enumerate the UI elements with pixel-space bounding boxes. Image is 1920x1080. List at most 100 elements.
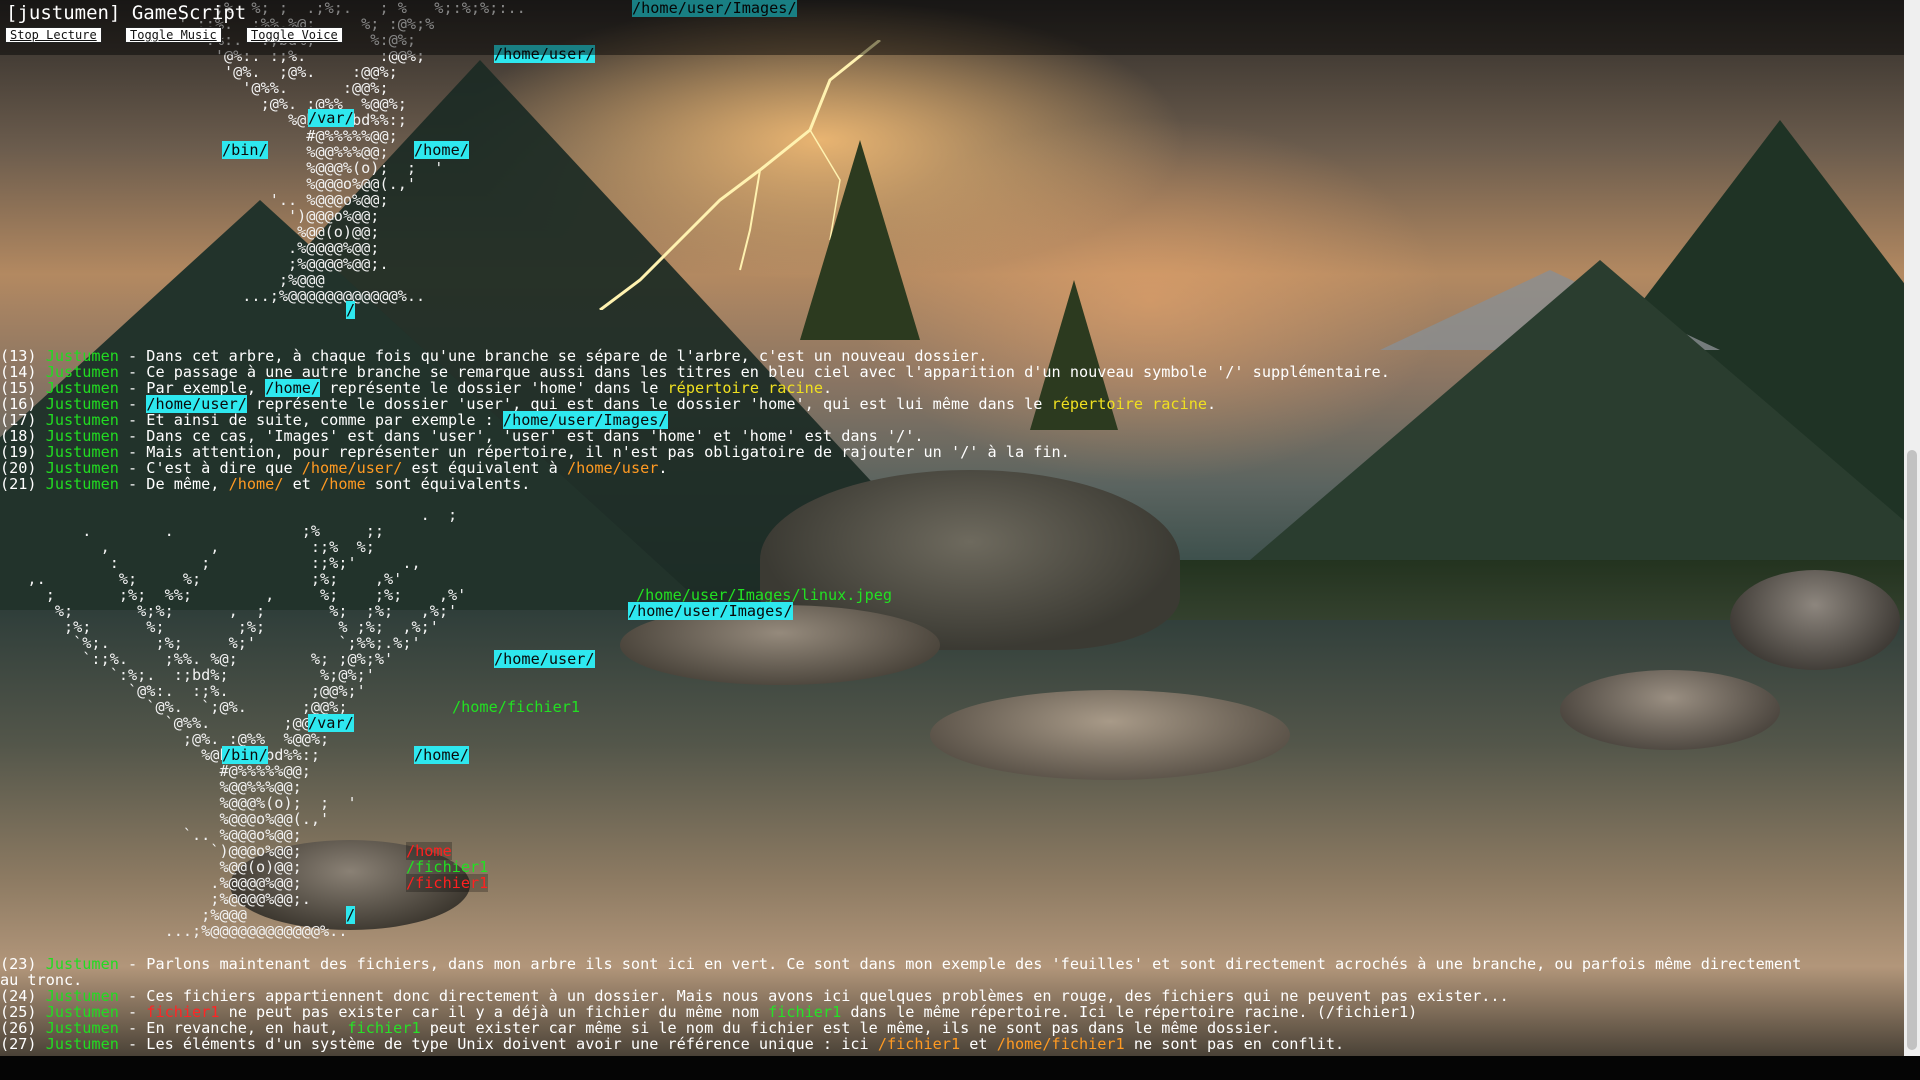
line-number: (21) (0, 475, 46, 493)
tree2-home-path-text: /home/ (414, 746, 469, 764)
tree2-root-path-text: / (346, 906, 356, 924)
tree2-art-line: ;%@@@@%@@;. (0, 891, 311, 907)
dialog-text: répertoire racine (1051, 395, 1208, 413)
tree1-bin-path: /bin/ (222, 141, 268, 159)
vertical-scrollbar[interactable] (1904, 0, 1920, 1056)
dialog-text: sont équivalents. (365, 475, 531, 493)
tree1-art-line: ;%@@@ (160, 272, 325, 288)
scrollbar-thumb[interactable] (1907, 450, 1917, 1050)
dialog-line: (16) Justumen - /home/user/ représente l… (0, 395, 1217, 413)
dialog-text: ne sont pas en conflit. (1124, 1035, 1345, 1053)
ascii-art-text: ...;%@@@@@@@@@@@@%.. (160, 287, 426, 305)
tree2-art-line: #@%%%%%@@; (0, 763, 310, 779)
speaker-name: Justumen (45, 1035, 119, 1053)
tree2-bin-path: /bin/ (222, 746, 268, 764)
window-title: [justumen] GameScript (6, 2, 247, 24)
tree1-art-line: #@%%%%%@@; (160, 128, 397, 144)
tree2-art-line: , , :;% %; (0, 539, 375, 555)
dialog-text: . (658, 459, 668, 477)
dialog-line: (26) Justumen - En revanche, en haut, fi… (0, 1020, 1280, 1036)
tree2-art-line: . ; (0, 507, 458, 523)
tree2-root-fichier1-file: /fichier1 (406, 859, 488, 875)
tree1-art-line: ...;%@@@@@@@@@@@@%.. (160, 288, 425, 304)
dialog-line: (21) Justumen - De même, /home/ et /home… (0, 476, 530, 492)
tree2-art-line: : ; :;%;' ., (0, 555, 421, 571)
dialog-text: . (1207, 395, 1217, 413)
dialog-text: et (283, 475, 321, 493)
tree2-art-line: ;%@@@ (0, 907, 247, 923)
tree2-images-path-text: /home/user/Images/ (628, 602, 793, 620)
dialog-text: et (960, 1035, 997, 1053)
dialog-line: (19) Justumen - Mais attention, pour rep… (0, 444, 1070, 460)
tree2-art-line: %@bd%%%bd%%:; (0, 747, 320, 763)
tree2-red-home-conflict: /home (406, 842, 452, 860)
dialog-line: au tronc. (0, 972, 82, 988)
dialog-text: /home/user (566, 459, 659, 477)
ascii-art-text: ...;%@@@@@@@@@@@@%.. (0, 922, 348, 940)
tree1-home-path-text: /home/ (414, 141, 469, 159)
tree1-bin-path-text: /bin/ (222, 141, 268, 159)
tree2-home-fichier1-file: /home/fichier1 (452, 699, 580, 715)
toggle-voice-button[interactable]: Toggle Voice (246, 27, 343, 43)
tree1-art-line: ')@@@o%@@; (160, 208, 379, 224)
tree2-art-line: `:;%. ;%%. %@; %; ;@%;%' (0, 651, 393, 667)
tree1-art-line: '@%. ;@%. :@@%; (160, 64, 398, 80)
tree2-root-path: / (346, 906, 356, 924)
tree1-art-line: ;%@@@@%@@;. (160, 256, 389, 272)
dialog-text: - Parlons maintenant des fichiers, dans … (118, 955, 1802, 973)
tree2-art-line: `%;. ;%; %;' `;%%;.%;' (0, 635, 420, 651)
stop-lecture-button[interactable]: Stop Lecture (5, 27, 102, 43)
tree1-art-line: ;@%. :@%% %@@%; (160, 96, 407, 112)
dialog-text: /home/fichier1 (996, 1035, 1125, 1053)
tree2-art-line: `@%:. :;%. ;@@%;' (0, 683, 366, 699)
dialog-text: /home (320, 475, 366, 493)
tree1-art-line: %@@@%(o); ; ' (160, 160, 443, 176)
tree1-var-path-text: /var/ (308, 109, 354, 127)
tree1-art-line: %@bd%%%bd%%:; (160, 112, 407, 128)
tree2-bin-path-text: /bin/ (222, 746, 268, 764)
tree2-art-line: ,. %; %; ;%; ,%' (0, 571, 402, 587)
tree1-art-line: .%@@@@%@@; (160, 240, 379, 256)
tree2-art-line: %@@@o%@@(.,' (0, 811, 329, 827)
tree2-red-fichier1-conflict: /fichier1 (406, 874, 489, 892)
dialog-text: - Les éléments d'un système de type Unix… (118, 1035, 878, 1053)
header-bar: [justumen] GameScript Stop Lecture Toggl… (0, 0, 1904, 55)
tree2-art-line: `)@@@o%@@; (0, 843, 301, 859)
line-number: (27) (0, 1035, 46, 1053)
tree2-art-line: `@%%. ;@@%; (0, 715, 330, 731)
dialog-line: (17) Justumen - Et ainsi de suite, comme… (0, 411, 668, 429)
dialog-text: /home/ (228, 475, 284, 493)
tree1-art-line: %@@@o%@@(.,' (160, 176, 416, 192)
tree2-art-line: %; %;%; , ; %; ;%; ,%;' (0, 603, 457, 619)
dialog-line: (20) Justumen - C'est à dire que /home/u… (0, 460, 668, 476)
tree1-var-path: /var/ (308, 109, 354, 127)
bottom-band (0, 1056, 1920, 1080)
tree2-art-line: . . ;% ;; (0, 523, 384, 539)
tree1-root-path: / (346, 301, 356, 319)
dialog-line: (15) Justumen - Par exemple, /home/ repr… (0, 379, 832, 397)
tree1-home-path: /home/ (414, 141, 469, 159)
tree2-art-line: `.. %@@@o%@@; (0, 827, 302, 843)
dialog-line: (18) Justumen - Dans ce cas, 'Images' es… (0, 428, 924, 444)
tree2-var-path-text: /var/ (308, 714, 354, 732)
tree2-art-line: `:%;. :;bd%; %;@%;' (0, 667, 375, 683)
dialog-text: - De même, (118, 475, 229, 493)
tree2-art-line: %@@(o)@@; (0, 859, 301, 875)
tree1-art-line: '@%%. :@@%; (160, 80, 388, 96)
speaker-name: Justumen (45, 475, 119, 493)
tree2-art-line: `@%. `;@%. ;@@%; (0, 699, 347, 715)
tree1-root-path-text: / (346, 301, 356, 319)
dialog-line: (24) Justumen - Ces fichiers appartienne… (0, 988, 1509, 1004)
tree2-art-line: ;@%. :@%% %@@%; (0, 731, 329, 747)
tree2-images-path: /home/user/Images/ (628, 602, 793, 620)
tree2-user-path-text: /home/user/ (494, 650, 595, 668)
tree2-red-fichier1-conflict-text: /fichier1 (406, 874, 489, 892)
terminal-output: . . ;% %; ; .;%;. ; % %;:%;%;:.. ' :;%. … (0, 0, 1904, 1056)
toggle-music-button[interactable]: Toggle Music (125, 27, 222, 43)
tree1-art-line: %@@(o)@@; (160, 224, 379, 240)
dialog-text: /fichier1 (877, 1035, 961, 1053)
tree2-art-line: %@@@%(o); ; ' (0, 795, 356, 811)
tree2-art-line: ...;%@@@@@@@@@@@@%.. (0, 922, 348, 940)
dialog-line: (23) Justumen - Parlons maintenant des f… (0, 956, 1801, 972)
tree2-art-line: .%@@@@%@@; (0, 875, 301, 891)
